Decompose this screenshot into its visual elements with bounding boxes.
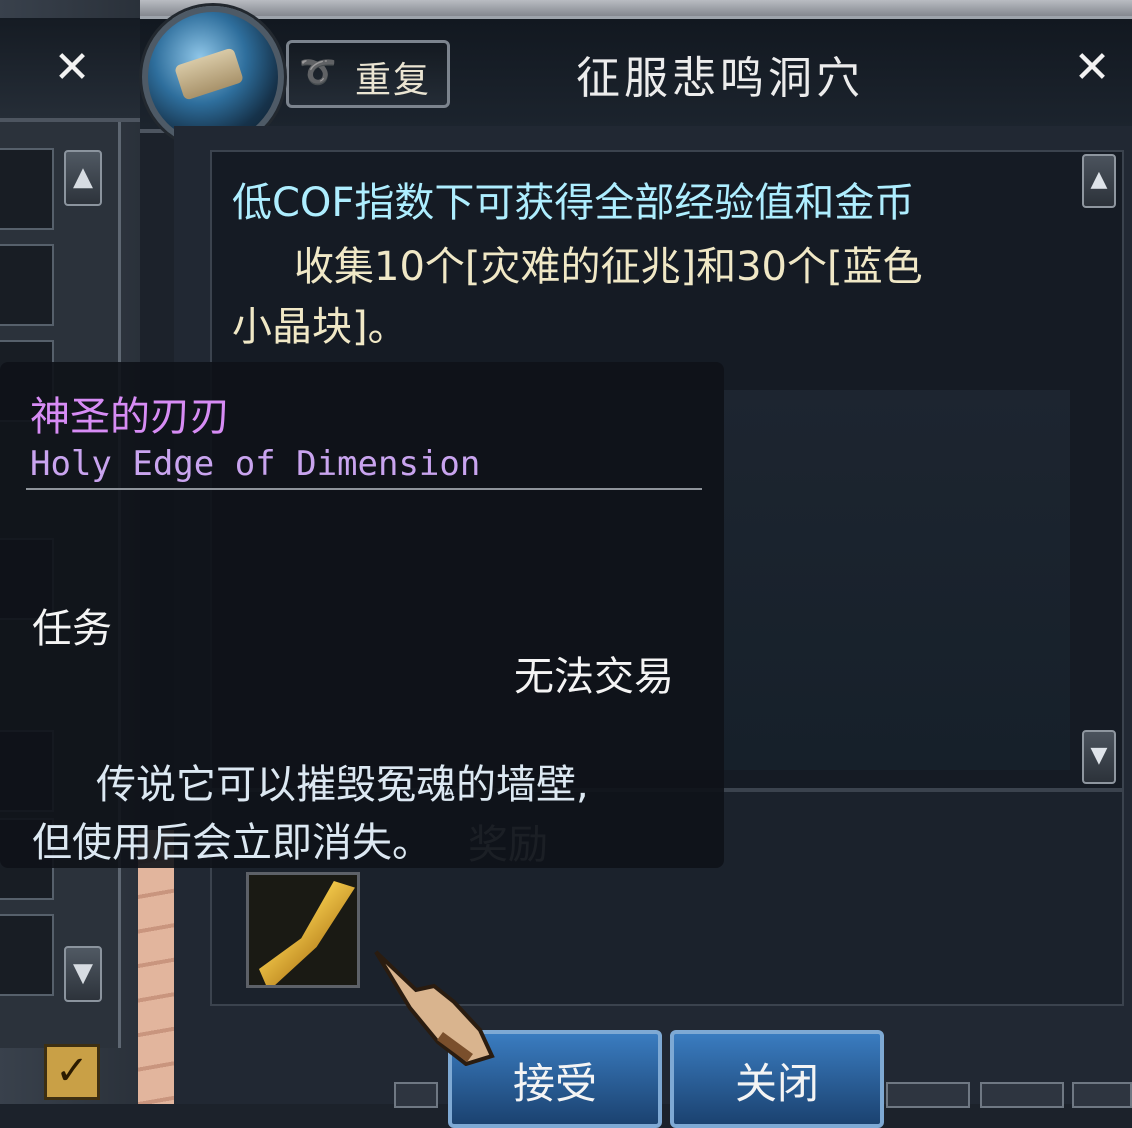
sidebar-slot[interactable] bbox=[0, 148, 54, 230]
item-trade-status: 无法交易 bbox=[514, 654, 674, 700]
sidebar-slot[interactable] bbox=[0, 244, 54, 326]
hotkey-slot[interactable] bbox=[394, 1082, 438, 1108]
scroll-up-icon[interactable]: ▲ bbox=[64, 150, 102, 206]
close-icon[interactable]: ✕ bbox=[50, 46, 94, 90]
repeat-scroll-icon: ➰ bbox=[299, 55, 337, 90]
hotkey-slot[interactable] bbox=[886, 1082, 970, 1108]
item-description: 但使用后会立即消失。 bbox=[32, 820, 432, 866]
scroll-up-icon[interactable]: ▲ bbox=[1082, 154, 1116, 208]
close-button[interactable]: 关闭 bbox=[670, 1030, 884, 1128]
cursor-hand-icon bbox=[374, 950, 495, 1066]
item-type: 任务 bbox=[32, 606, 112, 652]
repeat-label: 重复 bbox=[355, 60, 432, 101]
quest-objective-text: 小晶块]。 bbox=[232, 304, 408, 350]
reward-item-slot[interactable] bbox=[246, 872, 360, 988]
hotkey-slot[interactable] bbox=[1072, 1082, 1132, 1108]
checkbox-icon[interactable]: ✓ bbox=[44, 1044, 100, 1100]
close-label: 关闭 bbox=[734, 1059, 819, 1108]
scroll-emblem bbox=[173, 47, 245, 101]
scroll-down-icon[interactable]: ▼ bbox=[1082, 730, 1116, 784]
header-left: ✕ bbox=[0, 18, 140, 122]
hotkey-slot[interactable] bbox=[980, 1082, 1064, 1108]
item-description: 传说它可以摧毁冤魂的墙壁, bbox=[96, 762, 589, 808]
quest-objective-text: 收集10个[灾难的征兆]和30个[蓝色 bbox=[294, 244, 923, 290]
dialog-title: 征服悲鸣洞穴 bbox=[576, 53, 864, 104]
reward-blade-icon bbox=[259, 881, 355, 985]
repeat-button[interactable]: ➰ 重复 bbox=[286, 40, 450, 108]
item-name: 神圣的刃刃 bbox=[30, 394, 230, 440]
sidebar-slot[interactable] bbox=[0, 914, 54, 996]
scroll-down-icon[interactable]: ▼ bbox=[64, 946, 102, 1002]
pillar-decoration bbox=[138, 830, 174, 1104]
close-icon[interactable]: ✕ bbox=[1070, 46, 1114, 90]
tooltip-divider bbox=[26, 488, 702, 490]
quest-condition-text: 低COF指数下可获得全部经验值和金币 bbox=[232, 180, 915, 226]
item-name-english: Holy Edge of Dimension bbox=[30, 444, 481, 484]
